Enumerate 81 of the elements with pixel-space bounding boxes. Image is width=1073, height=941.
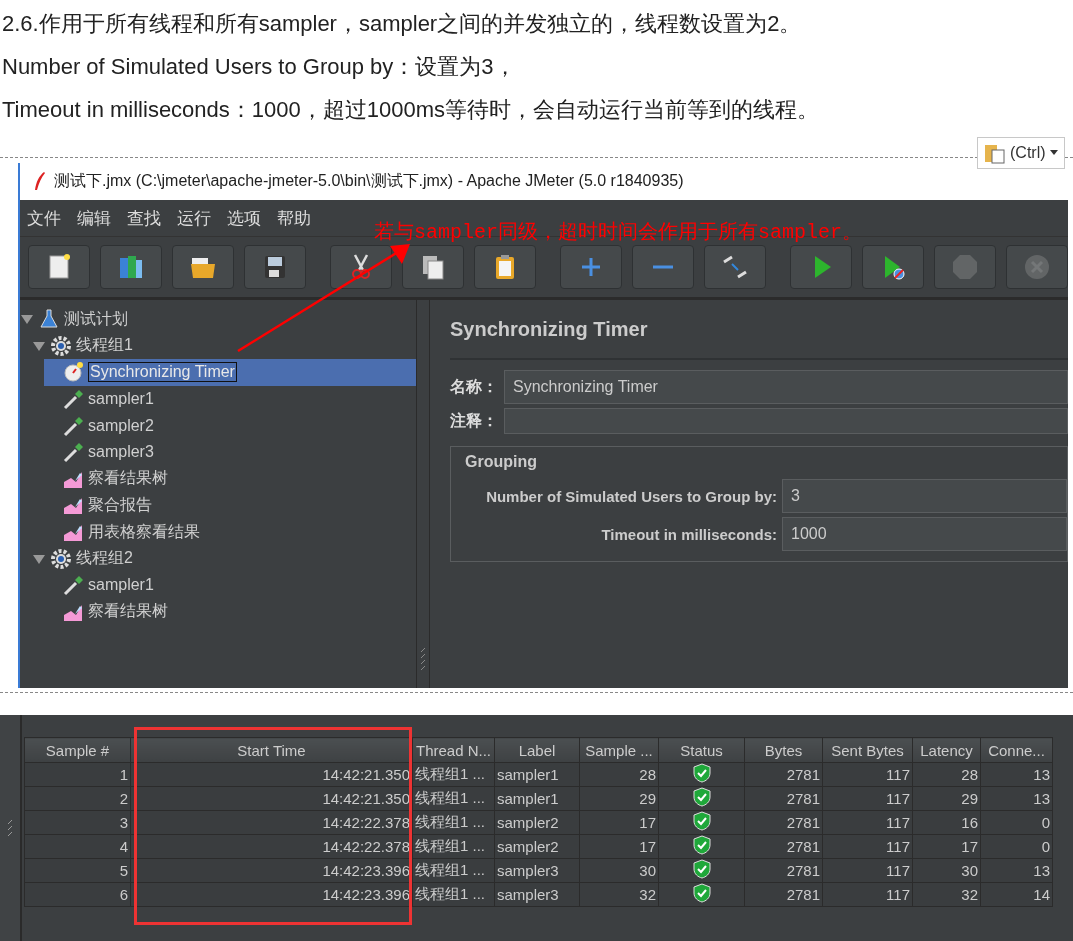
tree-item[interactable]: sampler3	[44, 438, 416, 466]
panel-title: Synchronizing Timer	[450, 318, 1068, 360]
column-header[interactable]: Status	[658, 737, 745, 763]
play-button[interactable]	[862, 245, 924, 289]
table-cell: 3	[24, 810, 131, 835]
tree-item[interactable]: 聚合报告	[44, 492, 416, 519]
pipettes-button[interactable]	[704, 245, 766, 289]
scissors-button[interactable]	[330, 245, 392, 289]
column-header[interactable]: Start Time	[130, 737, 413, 763]
folder-button[interactable]	[172, 245, 234, 289]
gear-icon	[50, 547, 72, 570]
stop-sign-icon	[950, 252, 980, 282]
field-label: Timeout in milliseconds:	[600, 525, 777, 543]
copy-button[interactable]	[402, 245, 464, 289]
pipette-icon	[62, 388, 84, 411]
menu-item[interactable]: 选项	[226, 204, 262, 232]
menu-item[interactable]: 编辑	[76, 204, 112, 232]
tree-item[interactable]: sampler1	[44, 385, 416, 413]
tree-item[interactable]: 用表格察看结果	[44, 518, 416, 546]
column-header[interactable]: Latency	[912, 737, 981, 763]
clipboard-button[interactable]	[474, 245, 536, 289]
plus-button[interactable]	[560, 245, 622, 289]
gear-icon	[50, 334, 72, 357]
menu-item[interactable]: 文件	[26, 204, 62, 232]
play-button[interactable]	[790, 245, 852, 289]
pipette-icon	[62, 574, 84, 597]
input-field[interactable]: 3	[782, 479, 1067, 513]
menu-item[interactable]: 帮助	[276, 204, 312, 232]
name-field[interactable]: Synchronizing Timer	[504, 370, 1068, 404]
tree-item[interactable]: sampler1	[44, 571, 416, 599]
tree-item[interactable]: 测试计划	[20, 306, 416, 333]
column-header[interactable]: Thread N...	[412, 737, 495, 763]
column-header[interactable]: Conne...	[980, 737, 1053, 763]
table-cell: 4	[24, 834, 131, 859]
column-header[interactable]: Bytes	[744, 737, 823, 763]
table-cell: 5	[24, 858, 131, 883]
tree-item[interactable]: sampler2	[44, 412, 416, 439]
paragraph: Timeout in milliseconds：1000，超过1000ms等待时，会自动运行当前等到的线程。	[2, 96, 821, 124]
paragraph: 2.6.作用于所有线程和所有sampler，sampler之间的并发独立的，线程数设置为2。	[2, 10, 803, 38]
pipette-icon	[62, 441, 84, 464]
pipette-icon	[62, 414, 84, 437]
table-cell: 6	[24, 882, 131, 907]
feather-icon	[32, 170, 46, 193]
field-label: 名称：	[450, 376, 498, 397]
tree-item[interactable]: 察看结果树	[44, 598, 416, 626]
column-header[interactable]: Sent Bytes	[822, 737, 913, 763]
table-cell: 117	[822, 882, 913, 907]
table-cell: 1	[24, 762, 131, 787]
column-header[interactable]: Label	[494, 737, 580, 763]
field-label: 注释：	[450, 410, 498, 431]
paste-options-button[interactable]: (Ctrl)	[977, 137, 1065, 169]
annotation: 若与sampler同级，超时时间会作用于所有sampler。	[374, 220, 863, 245]
clipboard-icon	[984, 142, 1006, 164]
close-icon	[1022, 252, 1052, 282]
tree-item[interactable]: Synchronizing Timer	[44, 359, 416, 386]
field-label: Number of Simulated Users to Group by:	[485, 487, 777, 505]
comment-field[interactable]	[504, 408, 1068, 434]
tree-item[interactable]: 线程组1	[32, 332, 416, 360]
flask-icon	[38, 308, 60, 331]
table-cell: 117	[822, 834, 913, 859]
tree-item[interactable]: 察看结果树	[44, 465, 416, 493]
new-file-button[interactable]	[28, 245, 90, 289]
paragraph: Number of Simulated Users to Group by：设置为3，	[2, 53, 517, 81]
table-cell: 117	[822, 858, 913, 883]
stopwatch-icon	[62, 361, 84, 384]
minus-icon	[653, 265, 673, 269]
menu-item[interactable]: 运行	[176, 204, 212, 232]
minus-button[interactable]	[632, 245, 694, 289]
window-title: 测试下.jmx (C:\jmeter\apache-jmeter-5.0\bin\测试下.jmx) - Apache JMeter (5.0 r1840935)	[54, 171, 684, 191]
floppy-disk-button[interactable]	[244, 245, 306, 289]
tree-item[interactable]: 线程组2	[32, 545, 416, 572]
table-cell: 2	[24, 786, 131, 811]
table-cell: 117	[822, 762, 913, 787]
input-field[interactable]: 1000	[782, 517, 1067, 551]
table-cell: 117	[822, 786, 913, 811]
caret-icon	[1049, 150, 1058, 156]
menu-item[interactable]: 查找	[126, 204, 162, 232]
books-button[interactable]	[100, 245, 162, 289]
column-header[interactable]: Sample #	[24, 737, 131, 763]
table-cell: 117	[822, 810, 913, 835]
column-header[interactable]: Sample ...	[579, 737, 659, 763]
